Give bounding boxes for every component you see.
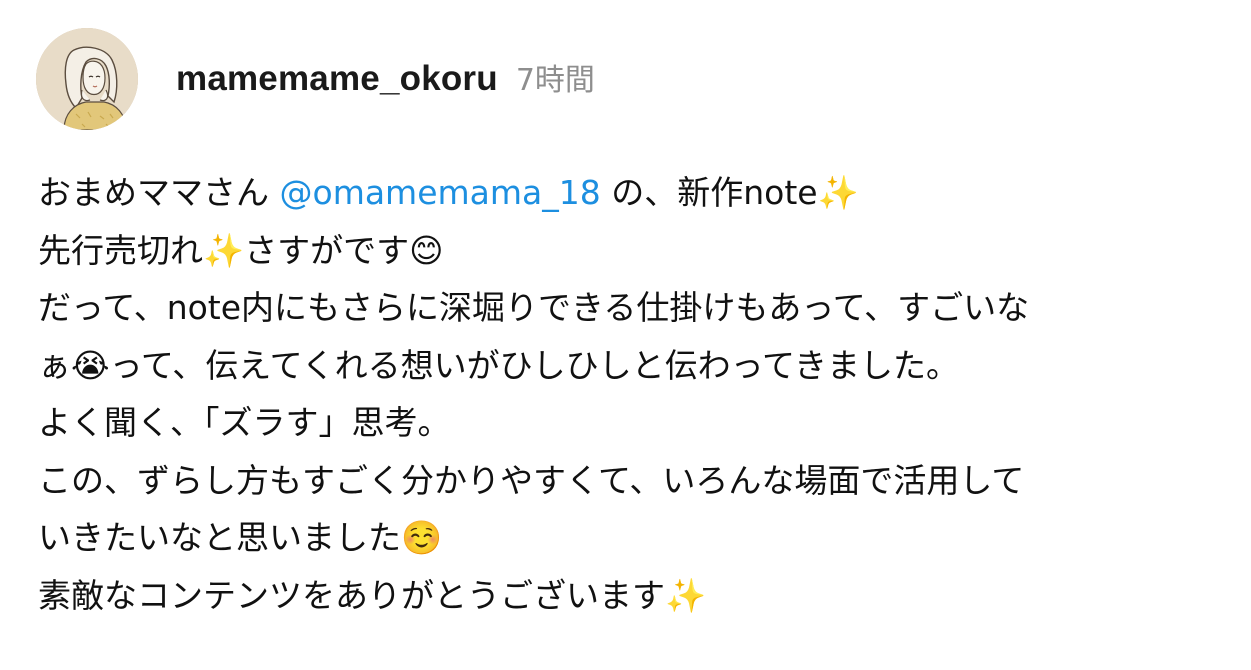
comment-text: って、伝えてくれる想いがひしひしと伝わってきました。 [109,345,959,385]
post-timestamp[interactable]: 7時間 [516,55,595,99]
comment-text: さすがです [244,230,410,270]
comment-text: 素敵なコンテンツをありがとうございます [38,575,665,615]
post-header: mamemame_okoru 7時間 [176,55,595,105]
comment-line: 先行売切れ✨さすがです😊 [38,222,1218,280]
comment-text: の、新作note [600,173,818,212]
sparkles-icon: ✨ [203,230,245,270]
comment-text: おまめママさん [38,173,280,212]
comment-line: おまめママさん @omamemama_18 の、新作note✨ [38,164,1218,222]
sparkles-icon: ✨ [665,575,707,615]
smiling-face-icon: 😊 [409,230,444,270]
avatar-illustration-icon [36,28,138,130]
sparkles-icon: ✨ [817,173,859,212]
comment-text: 先行売切れ [38,230,203,270]
blushing-face-icon: ☺️ [401,518,443,557]
comment-line: ぁ😭って、伝えてくれる想いがひしひしと伝わってきました。 [38,337,1218,395]
username-link[interactable]: mamemame_okoru [176,59,498,99]
user-avatar[interactable] [36,28,138,130]
comment-line: よく聞く、「ズラす」思考。 [38,394,1218,452]
user-mention-link[interactable]: @omamemama_18 [280,173,601,212]
crying-face-icon: 😭 [71,345,110,385]
comment-post: mamemame_okoru 7時間 おまめママさん @omamemama_18… [0,0,1251,670]
comment-line: この、ずらし方もすごく分かりやすくて、いろんな場面で活用して [38,452,1218,510]
comment-text: この、ずらし方もすごく分かりやすくて、いろんな場面で活用して [38,460,1025,500]
comment-line: いきたいなと思いました☺️ [38,509,1218,567]
comment-body: おまめママさん @omamemama_18 の、新作note✨ 先行売切れ✨さす… [38,164,1218,624]
comment-line: だって、note内にもさらに深堀りできる仕掛けもあって、すごいな [38,279,1218,337]
comment-text: だって、note内にもさらに深堀りできる仕掛けもあって、すごいな [38,288,1030,327]
comment-text: いきたいなと思いました [38,518,401,557]
comment-text: よく聞く、「ズラす」思考。 [38,403,451,442]
comment-line: 素敵なコンテンツをありがとうございます✨ [38,567,1218,625]
comment-text: ぁ [38,345,71,385]
